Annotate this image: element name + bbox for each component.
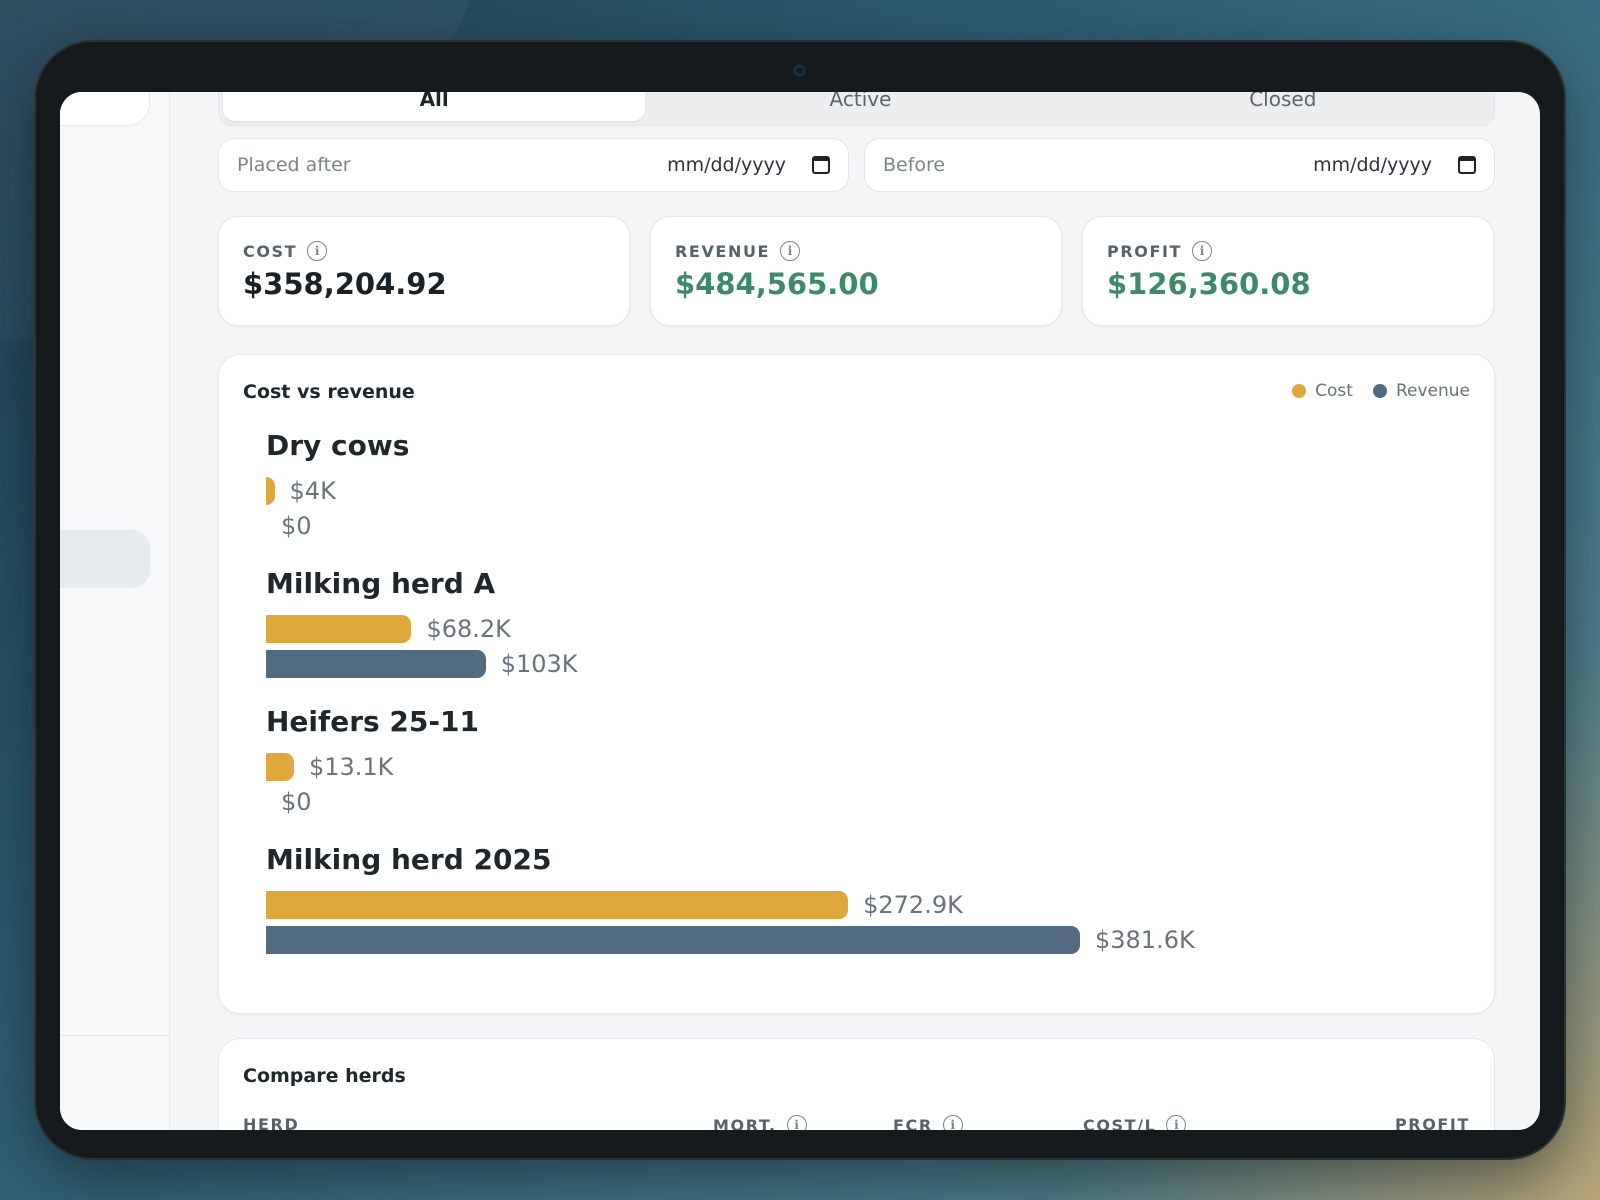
bar-cost[interactable]: [266, 614, 412, 643]
col-head-herd[interactable]: HERD: [243, 1115, 299, 1130]
legend-label-cost: Cost: [1315, 381, 1353, 401]
before-value[interactable]: mm/dd/yyyy: [1313, 154, 1432, 176]
bar-cost[interactable]: [266, 890, 849, 919]
col-head-herd-label: HERD: [243, 1115, 300, 1130]
col-head-fcr[interactable]: FCR i: [893, 1115, 963, 1130]
tab-closed[interactable]: Closed: [1072, 92, 1494, 125]
status-tabs: All Active Closed: [218, 92, 1495, 126]
bar-revenue[interactable]: [266, 649, 486, 678]
bar-label-cost: $68.2K: [426, 614, 511, 643]
info-icon[interactable]: i: [780, 241, 801, 261]
profit-value: $126,360.08: [1107, 267, 1311, 301]
placed-after-label: Placed after: [237, 154, 351, 176]
compare-title: Compare herds: [243, 1065, 406, 1087]
info-icon[interactable]: i: [942, 1115, 963, 1130]
col-head-profit[interactable]: PROFIT: [1395, 1115, 1470, 1130]
info-icon[interactable]: i: [1192, 241, 1213, 261]
revenue-card: REVENUE i $484,565.00: [650, 216, 1062, 326]
bar-group: Dry cows $4K $0: [266, 429, 409, 543]
sidebar-divider: [60, 1035, 170, 1036]
sidebar-top-item[interactable]: [60, 92, 150, 126]
category-label: Heifers 25-11: [266, 705, 479, 738]
bar-group: Milking herd 2025 $272.9K $381.6K: [266, 843, 1195, 957]
info-icon[interactable]: i: [786, 1115, 807, 1130]
info-icon[interactable]: i: [1166, 1115, 1187, 1130]
calendar-icon[interactable]: [812, 156, 830, 174]
tablet-frame: All Active Closed Placed after mm/dd/yyy…: [36, 42, 1564, 1158]
legend-item-revenue: Revenue: [1372, 381, 1470, 401]
bar-label-cost: $4K: [289, 476, 336, 505]
tab-all[interactable]: All: [223, 92, 646, 121]
category-label: Dry cows: [266, 429, 410, 462]
category-label: Milking herd A: [266, 567, 496, 600]
revenue-label: REVENUE: [675, 241, 771, 261]
bar-label-cost: $13.1K: [308, 752, 394, 781]
bar-cost[interactable]: [266, 752, 294, 781]
profit-label: PROFIT: [1107, 241, 1183, 261]
sidebar: [60, 92, 170, 1130]
revenue-value: $484,565.00: [675, 267, 879, 301]
category-label: Milking herd 2025: [266, 843, 552, 876]
chart-title: Cost vs revenue: [243, 381, 415, 403]
before-field[interactable]: Before mm/dd/yyyy: [864, 138, 1495, 192]
legend-dot-revenue: [1372, 384, 1387, 398]
legend-label-revenue: Revenue: [1395, 381, 1470, 401]
bar-group: Heifers 25-11 $13.1K $0: [266, 705, 479, 819]
tab-active[interactable]: Active: [649, 92, 1071, 125]
compare-herds-panel: Compare herds HERD MORT. i FCR i COST/L i P…: [218, 1038, 1495, 1130]
sidebar-active-item[interactable]: [60, 530, 150, 588]
bar-label-cost: $272.9K: [863, 890, 963, 919]
placed-after-field[interactable]: Placed after mm/dd/yyyy: [218, 138, 849, 192]
col-head-fcr-label: FCR: [893, 1115, 933, 1131]
bar-label-revenue: $0: [281, 511, 312, 540]
profit-card: PROFIT i $126,360.08: [1082, 216, 1494, 326]
col-head-mort-label: MORT.: [713, 1115, 777, 1131]
col-head-mort[interactable]: MORT. i: [713, 1115, 807, 1130]
legend-item-cost: Cost: [1292, 381, 1353, 401]
cost-card: COST i $358,204.92: [218, 216, 630, 326]
cost-vs-revenue-panel: Cost vs revenue Cost Revenue Dry cows $4…: [218, 354, 1495, 1014]
col-head-profit-label: PROFIT: [1394, 1115, 1470, 1130]
bar-cost[interactable]: [266, 476, 275, 505]
col-head-cost-per-l-label: COST/L: [1083, 1115, 1157, 1131]
legend-dot-cost: [1292, 384, 1307, 398]
main-content: All Active Closed Placed after mm/dd/yyy…: [218, 92, 1495, 1130]
chart-legend: Cost Revenue: [1292, 381, 1470, 401]
bar-label-revenue: $0: [281, 787, 312, 816]
col-head-cost-per-l[interactable]: COST/L i: [1083, 1115, 1187, 1131]
bar-label-revenue: $103K: [500, 649, 578, 678]
cost-value: $358,204.92: [243, 267, 447, 301]
bar-label-revenue: $381.6K: [1095, 925, 1195, 954]
bar-group: Milking herd A $68.2K $103K: [266, 567, 578, 681]
info-icon[interactable]: i: [307, 241, 328, 261]
bar-revenue[interactable]: [266, 925, 1080, 954]
camera-icon: [795, 66, 804, 75]
calendar-icon[interactable]: [1458, 156, 1476, 174]
app-screen: All Active Closed Placed after mm/dd/yyy…: [60, 92, 1540, 1130]
placed-after-value[interactable]: mm/dd/yyyy: [667, 154, 786, 176]
cost-label: COST: [243, 241, 298, 261]
before-label: Before: [883, 154, 946, 176]
